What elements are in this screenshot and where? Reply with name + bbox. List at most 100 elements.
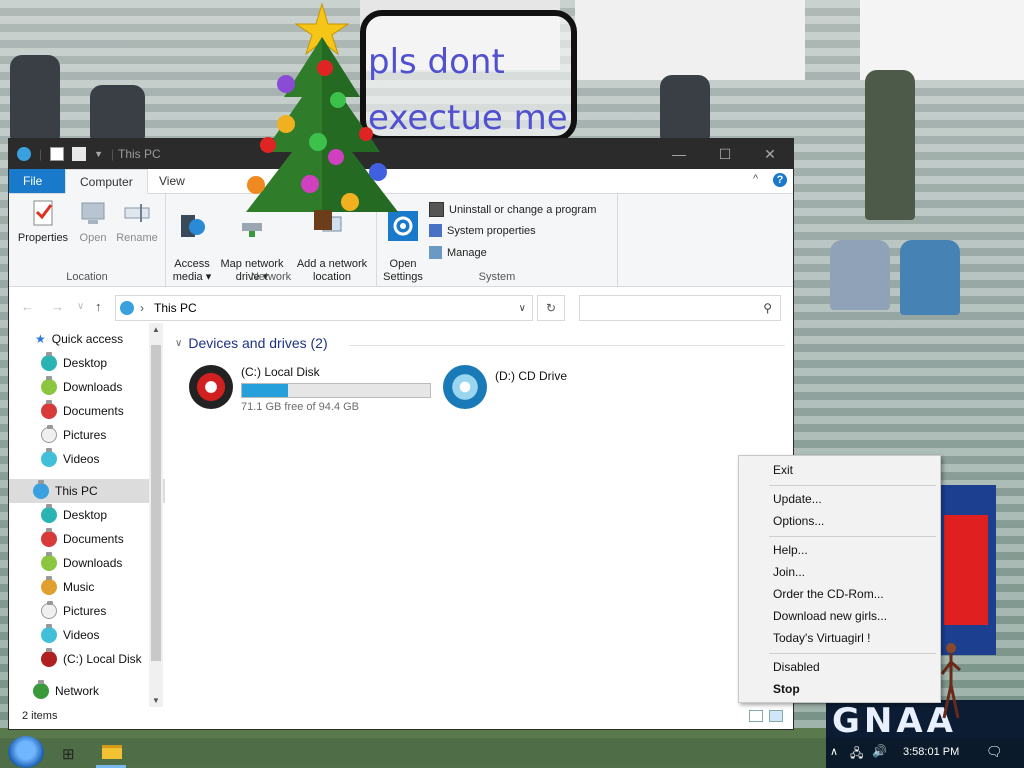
menu-item-exit[interactable]: Exit (773, 463, 793, 477)
dancer-figure-image[interactable] (940, 640, 962, 720)
details-view-icon[interactable] (749, 710, 763, 722)
menu-item-order-cd[interactable]: Order the CD-Rom... (773, 587, 884, 601)
maximize-button[interactable]: ☐ (702, 139, 748, 169)
drive-name: (C:) Local Disk (241, 365, 320, 379)
star-icon: ★ (35, 332, 46, 346)
new-folder-icon[interactable] (72, 147, 87, 161)
ribbon-group-label: System (478, 271, 516, 283)
menu-item-join[interactable]: Join... (773, 565, 805, 579)
system-properties-button[interactable]: System properties (429, 224, 536, 237)
refresh-button[interactable]: ↻ (537, 295, 565, 321)
tab-file[interactable]: File (9, 169, 65, 193)
scroll-up-icon[interactable]: ▲ (152, 325, 160, 334)
menu-item-options[interactable]: Options... (773, 514, 824, 528)
drive-d[interactable]: (D:) CD Drive (443, 365, 567, 409)
back-arrow-icon[interactable]: ← (21, 299, 34, 314)
nav-pc-local-disk[interactable]: (C:) Local Disk (9, 647, 165, 671)
up-arrow-icon[interactable]: ↑ (95, 299, 102, 314)
drive-c[interactable]: (C:) Local Disk 71.1 GB free of 94.4 GB (189, 365, 431, 413)
file-explorer-window[interactable]: | ▼ | This PC — ☐ ✕ File Computer View ^… (8, 138, 794, 730)
nav-label: Pictures (63, 428, 107, 442)
chevron-down-icon[interactable]: ▼ (94, 149, 103, 159)
open-button[interactable]: Open (71, 198, 115, 245)
title-bar[interactable]: | ▼ | This PC — ☐ ✕ (9, 139, 793, 169)
large-icons-view-icon[interactable] (769, 710, 783, 722)
scroll-down-icon[interactable]: ▼ (152, 696, 160, 705)
nav-quick-documents[interactable]: Documents📌 (9, 399, 165, 423)
address-field[interactable]: › This PC ∨ (115, 295, 533, 321)
nav-scrollbar[interactable]: ▲ ▼ (149, 323, 163, 707)
banner-graphic: GNAA (826, 700, 1024, 741)
help-icon[interactable]: ? (773, 173, 787, 187)
spectator (90, 85, 145, 140)
nav-pc-music[interactable]: Music (9, 575, 165, 599)
nav-quick-access[interactable]: ★ Quick access (9, 327, 165, 351)
status-bar: 2 items (9, 705, 793, 729)
nav-pc-desktop[interactable]: Desktop (9, 503, 165, 527)
nav-label: Desktop (63, 356, 108, 370)
menu-item-update[interactable]: Update... (773, 492, 822, 506)
system-properties-icon (429, 224, 442, 237)
task-view-icon[interactable]: ⊞ (62, 745, 75, 763)
properties-icon[interactable] (50, 147, 65, 161)
search-icon: ⚲ (763, 301, 772, 315)
recent-chevron-icon[interactable]: ∨ (77, 301, 84, 312)
tab-view[interactable]: View (145, 169, 199, 193)
minimize-button[interactable]: — (656, 139, 702, 169)
properties-label: Properties (17, 232, 69, 244)
nav-network[interactable]: Network (9, 679, 165, 703)
nav-label: Desktop (63, 508, 108, 522)
rename-button[interactable]: Rename (113, 198, 161, 245)
show-hidden-icons-icon[interactable]: ∧ (830, 745, 838, 758)
clock[interactable]: 3:58:01 PM (903, 746, 959, 758)
pc-icon[interactable] (17, 147, 31, 161)
nav-pc-downloads[interactable]: Downloads (9, 551, 165, 575)
sign-right (575, 0, 805, 80)
manage-button[interactable]: Manage (429, 246, 487, 259)
collapse-ribbon-icon[interactable]: ^ (753, 173, 758, 185)
menu-item-disabled[interactable]: Disabled (773, 660, 820, 674)
nav-label: Music (63, 580, 95, 594)
search-input[interactable]: ⚲ (579, 295, 781, 321)
properties-button[interactable]: Properties (15, 198, 71, 245)
collapse-chevron-icon[interactable]: ∨ (175, 338, 182, 349)
address-bar-row: ← → ∨ ↑ › This PC ∨ ↻ ⚲ (9, 287, 793, 327)
menu-separator (769, 536, 936, 537)
network-icon[interactable]: 🖧 (850, 744, 863, 765)
drive-free-text: 71.1 GB free of 94.4 GB (241, 401, 360, 413)
properties-icon (33, 200, 53, 226)
nav-pc-pictures[interactable]: Pictures (9, 599, 165, 623)
file-explorer-taskbar-icon[interactable] (102, 745, 122, 759)
notifications-icon[interactable]: 🗨 (986, 744, 1003, 760)
pictures-icon (41, 425, 57, 443)
nav-quick-downloads[interactable]: Downloads📌 (9, 375, 165, 399)
drive-usage-bar (241, 383, 431, 398)
tab-computer[interactable]: Computer (65, 169, 148, 194)
address-dropdown-icon[interactable]: ∨ (519, 303, 526, 314)
devices-section-header[interactable]: ∨ Devices and drives (2) (175, 335, 328, 351)
nav-quick-desktop[interactable]: Desktop📌 (9, 351, 165, 375)
nav-pc-videos[interactable]: Videos (9, 623, 165, 647)
breadcrumb-chevron-icon[interactable]: › (140, 301, 144, 315)
flag (936, 485, 996, 655)
hard-disk-icon (189, 365, 233, 409)
network-icon (33, 680, 49, 699)
window-title: This PC (118, 147, 161, 161)
scrollbar-thumb[interactable] (151, 345, 161, 661)
start-button[interactable] (8, 736, 44, 768)
nav-quick-pictures[interactable]: Pictures📌 (9, 423, 165, 447)
menu-item-today[interactable]: Today's Virtuagirl ! (773, 631, 870, 645)
forward-arrow-icon[interactable]: → (51, 299, 64, 314)
menu-item-download[interactable]: Download new girls... (773, 609, 887, 623)
cd-drive-icon (443, 365, 487, 409)
nav-pc-documents[interactable]: Documents (9, 527, 165, 551)
christmas-tree-image[interactable] (230, 2, 400, 232)
item-count: 2 items (22, 710, 58, 722)
menu-item-stop[interactable]: Stop (773, 682, 800, 696)
menu-item-help[interactable]: Help... (773, 543, 808, 557)
close-button[interactable]: ✕ (747, 139, 793, 169)
nav-this-pc[interactable]: This PC (9, 479, 165, 503)
uninstall-program-button[interactable]: Uninstall or change a program (429, 202, 596, 217)
nav-quick-videos[interactable]: Videos📌 (9, 447, 165, 471)
volume-icon[interactable]: 🔊 (872, 744, 887, 758)
